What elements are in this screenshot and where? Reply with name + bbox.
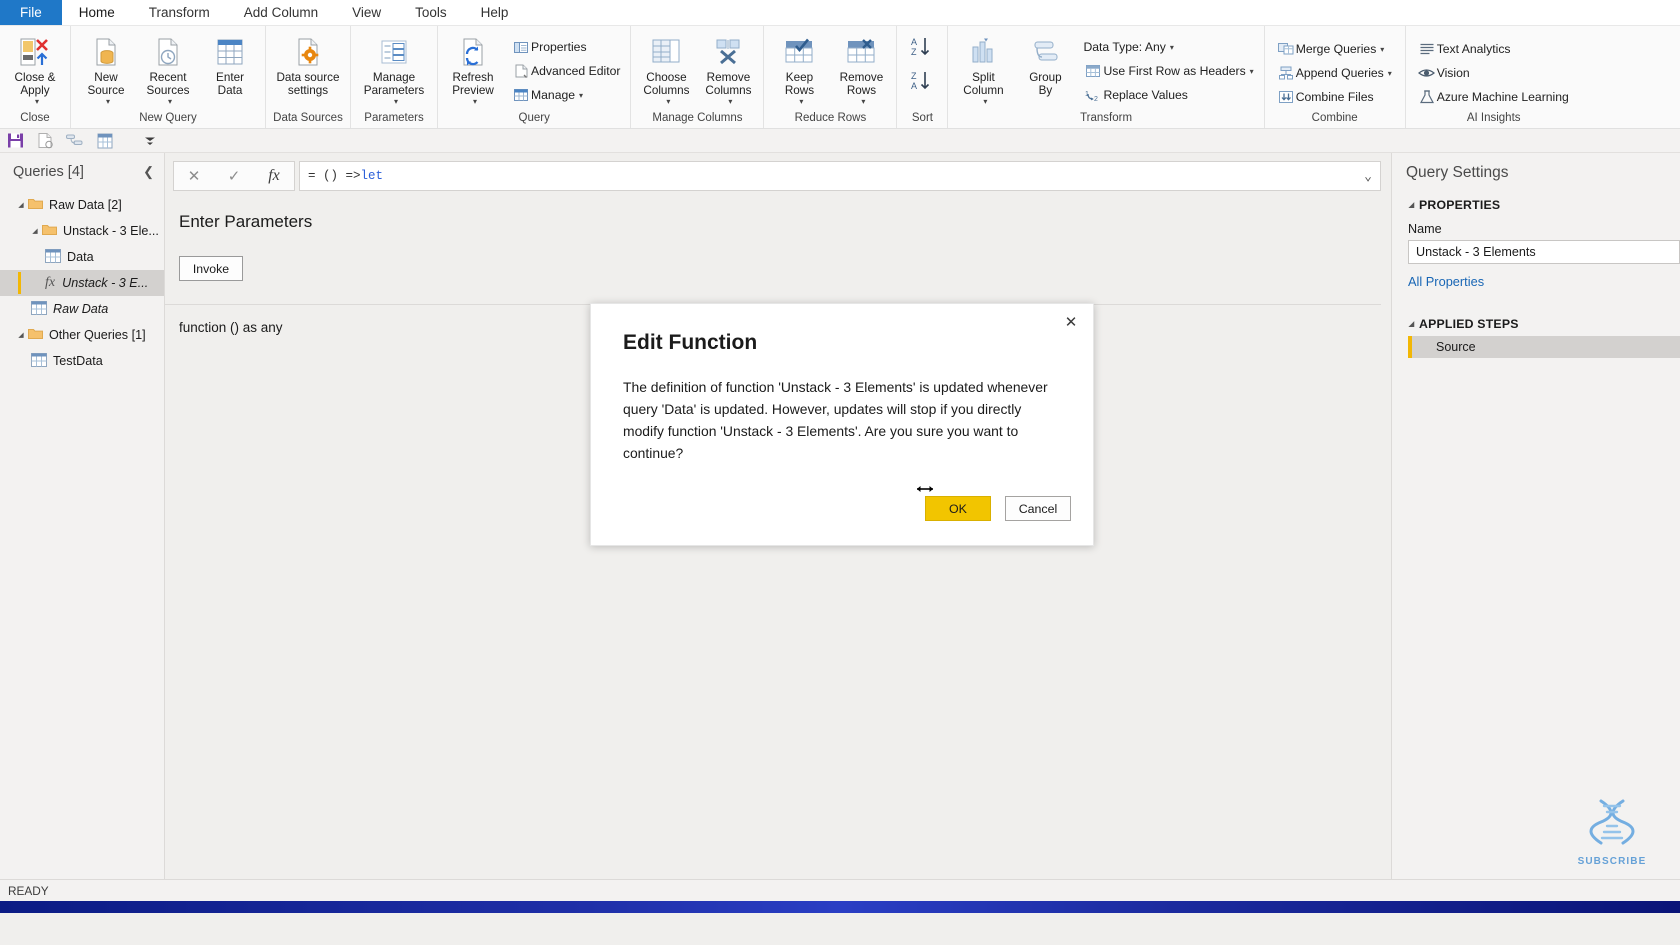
dialog-actions: OK Cancel [925, 496, 1071, 521]
ok-button[interactable]: OK [925, 496, 991, 521]
power-query-editor-window: File Home Transform Add Column View Tool… [0, 0, 1680, 945]
dialog-message: The definition of function 'Unstack - 3 … [623, 379, 1048, 461]
close-icon[interactable]: ✕ [1059, 310, 1083, 334]
modal-overlay: ✕ Edit Function The definition of functi… [0, 0, 1680, 945]
dialog-title: Edit Function [623, 331, 758, 354]
cancel-button[interactable]: Cancel [1005, 496, 1071, 521]
edit-function-dialog: ✕ Edit Function The definition of functi… [590, 303, 1094, 546]
